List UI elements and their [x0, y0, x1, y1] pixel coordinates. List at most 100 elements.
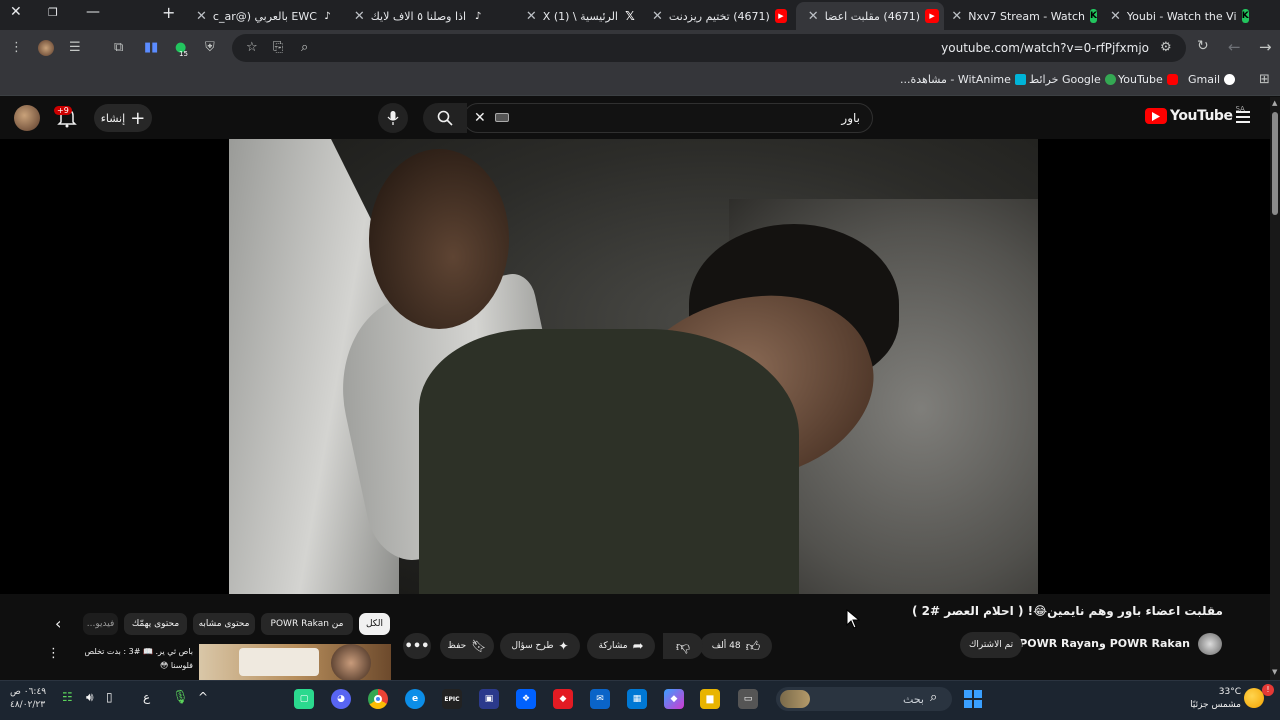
more-actions-button[interactable]: ••• [403, 633, 431, 659]
search-input[interactable] [463, 103, 873, 133]
tab-search-icon[interactable]: ☰ [69, 40, 81, 55]
bookmark-gmail[interactable]: Gmail [1188, 73, 1236, 86]
chip-more[interactable]: فيديو... [83, 613, 118, 635]
video-frame[interactable] [229, 139, 1038, 594]
copilot-icon[interactable]: ◆ [664, 689, 684, 709]
voice-search-button[interactable] [378, 103, 408, 133]
shield-extension-icon[interactable]: ⛨ [205, 40, 215, 55]
keyboard-icon[interactable] [495, 113, 509, 122]
weather-sun-icon[interactable] [1244, 688, 1264, 708]
ask-button[interactable]: ✦ طرح سؤال [500, 633, 580, 659]
window-close-icon[interactable]: ✕ [10, 4, 22, 20]
forward-arrow-icon[interactable]: ← [1228, 38, 1241, 56]
dislike-button[interactable]: 👎︎ [663, 633, 703, 659]
tab-close-icon[interactable]: ✕ [808, 9, 819, 24]
tab-close-icon[interactable]: ✕ [196, 9, 207, 24]
chrome-icon[interactable] [368, 689, 388, 709]
scrollbar-thumb[interactable] [1272, 112, 1278, 215]
url-text[interactable]: youtube.com/watch?v=0-rfPjfxmjo [941, 41, 1149, 55]
extensions-puzzle-icon[interactable]: ⧉ [114, 40, 123, 55]
back-arrow-icon[interactable]: → [1259, 38, 1272, 56]
profile-avatar[interactable] [38, 40, 54, 56]
new-tab-icon[interactable]: + [162, 3, 175, 22]
reload-icon[interactable]: ↻ [1197, 38, 1209, 54]
tab-close-icon[interactable]: ✕ [354, 9, 365, 24]
chip-from-channel[interactable]: من POWR Rakan [261, 613, 353, 635]
chip-all[interactable]: الكل [359, 613, 390, 635]
bookmark-google-maps[interactable]: Google خرائط [1029, 73, 1116, 86]
mail-icon[interactable]: ✉ [590, 689, 610, 709]
bookmark-star-icon[interactable]: ☆ [246, 40, 258, 55]
file-explorer-icon[interactable]: ▆ [700, 689, 720, 709]
ask-label: طرح سؤال [511, 641, 554, 651]
tab-youbi[interactable]: K Youbi - Watch the Vi ✕ [1104, 2, 1254, 30]
discord-icon[interactable]: ◕ [331, 689, 351, 709]
teams-icon[interactable]: ▣ [479, 689, 499, 709]
scroll-up-arrow-icon[interactable]: ▲ [1272, 99, 1277, 107]
window-minimize-icon[interactable]: — [86, 4, 100, 20]
youtube-wordmark: YouTube [1170, 108, 1233, 124]
youtube-logo[interactable]: YouTube SA [1145, 105, 1245, 124]
clear-search-icon[interactable]: ✕ [474, 110, 486, 126]
extension-icon[interactable]: ▮▮ [144, 40, 158, 55]
channel-name[interactable]: POWR Rakan وPOWR Rayan [1019, 637, 1190, 650]
app-window-icon[interactable]: ▭ [738, 689, 758, 709]
tab-close-icon[interactable]: ✕ [526, 9, 537, 24]
chevron-left-icon[interactable]: ‹ [55, 614, 61, 633]
recommendation-title[interactable]: باص ثي ير. 📖 #3 : بدت تخلص فلوسنا 😳 [63, 645, 193, 673]
weather-widget[interactable]: 33°C مشمس جزئيًا [1186, 686, 1241, 712]
tray-mic-icon[interactable]: 🎙︎ [172, 690, 189, 705]
bookmark-witanime[interactable]: WitAnime - مشاهدة... [900, 73, 1026, 86]
site-settings-icon[interactable]: ⚙ [1160, 40, 1172, 55]
more-vertical-icon[interactable]: ⋮ [47, 646, 60, 661]
tab-youtube-resident[interactable]: ▶ (4671) تختيم ريزدنت ✕ [646, 2, 792, 30]
standing-man-head [369, 149, 509, 329]
edge-icon[interactable]: e [405, 689, 425, 709]
red-app-icon[interactable]: ◆ [553, 689, 573, 709]
tab-x-home[interactable]: 𝕏 الرئيسية \ X (1) ✕ [494, 2, 642, 30]
network-icon[interactable]: ☷ [62, 690, 73, 704]
search-button[interactable] [423, 103, 467, 133]
subscribed-button[interactable]: تم الاشتراك [960, 632, 1022, 658]
create-button[interactable]: + إنشاء [94, 104, 152, 132]
epic-games-icon[interactable]: EPIC [442, 689, 462, 709]
tab-tiktok-2[interactable]: ♪ EWC بالعربي (@c_ar ✕ [190, 2, 338, 30]
window-restore-icon[interactable]: ❐ [48, 6, 58, 19]
send-to-device-icon[interactable]: ⎘ [273, 40, 283, 55]
lens-icon[interactable]: ⌕ [301, 40, 308, 55]
country-code: SA [1235, 105, 1245, 113]
save-button[interactable]: 🔖︎ حفظ [440, 633, 494, 659]
tab-youtube-active[interactable]: ▶ (4671) مقلبت اعضا ✕ [796, 2, 944, 30]
weather-desc: مشمس جزئيًا [1190, 700, 1241, 710]
recommendation-thumbnail[interactable] [199, 644, 391, 682]
tab-tiktok-1[interactable]: ♪ اذا وصلنا ٥ الاف لايك ✕ [342, 2, 490, 30]
microsoft-store-icon[interactable]: ▦ [627, 689, 647, 709]
tab-close-icon[interactable]: ✕ [652, 9, 663, 24]
menu-dots-icon[interactable]: ⋮ [10, 40, 23, 55]
thumbs-down-icon: 👎︎ [675, 638, 691, 655]
scroll-down-arrow-icon[interactable]: ▼ [1272, 668, 1277, 676]
windows-start-icon[interactable] [962, 688, 984, 710]
dropbox-icon[interactable]: ❖ [516, 689, 536, 709]
sparkle-icon: ✦ [558, 639, 569, 653]
x-logo-icon: 𝕏 [625, 9, 635, 23]
dark-blanket [419, 329, 799, 594]
bookmark-youtube[interactable]: YouTube [1118, 73, 1178, 86]
battery-icon[interactable]: ▯ [106, 690, 113, 704]
taskbar-clock[interactable]: ٠٦:٤٩ ص ٤٨/٠٢/٢٣ [10, 686, 46, 712]
volume-icon[interactable]: 🔊︎ [86, 690, 94, 705]
tab-nxv7[interactable]: K Nxv7 Stream - Watch ✕ [952, 2, 1102, 30]
avatar[interactable] [14, 105, 40, 131]
green-app-icon[interactable]: ▢ [294, 689, 314, 709]
tab-close-icon[interactable]: ✕ [952, 9, 962, 24]
share-button[interactable]: ➦ مشاركة [587, 633, 655, 659]
mouse-cursor-icon [846, 609, 860, 629]
chip-related[interactable]: محتوى مشابه [193, 613, 255, 635]
like-button[interactable]: 👍︎ 48 ألف [700, 633, 772, 659]
input-language[interactable]: ع [143, 690, 150, 704]
channel-avatar[interactable] [1198, 633, 1222, 655]
tab-close-icon[interactable]: ✕ [1110, 9, 1121, 24]
apps-grid-icon[interactable]: ⊞ [1259, 72, 1270, 87]
tray-chevron-up-icon[interactable]: ^ [198, 690, 208, 704]
chip-for-you[interactable]: محتوى يهمّك [124, 613, 187, 635]
